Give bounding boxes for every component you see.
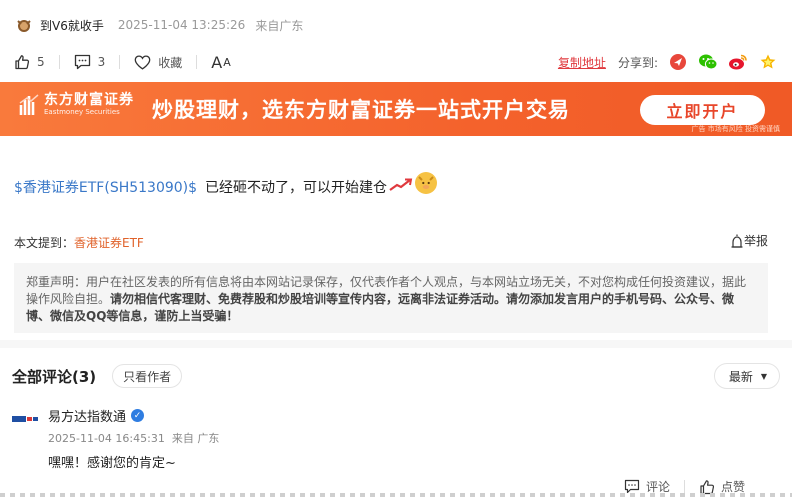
post-action-bar: 5 3 收藏 AA 复制地址 分享到: [14,50,778,74]
thumbs-up-icon [15,55,30,70]
comment-button[interactable]: 3 [74,54,106,70]
commenter-name-text: 易方达指数通 [48,410,127,425]
comment-icon [624,479,640,494]
post-text: 已经砸不动了，可以开始建仓 [205,180,388,196]
mentioned-stocks: 本文提到：香港证券ETF [14,234,144,251]
share-label: 分享到: [617,55,658,70]
section-divider [0,340,792,348]
divider [684,479,686,494]
disclaimer-box: 郑重声明：用户在社区发表的所有信息将由本网站记录保存，仅代表作者个人观点，与本网… [14,263,768,333]
font-size-label-small: A [223,55,232,69]
author-name[interactable]: 到V6就收手 [40,17,104,34]
divider [196,55,198,69]
only-author-toggle[interactable]: 只看作者 [112,364,183,388]
disclaimer-bold-text: 请勿相信代客理财、免费荐股和炒股培训等宣传内容，远离非法证券活动。请勿添加发言用… [26,292,735,323]
sort-dropdown[interactable]: 最新 ▼ [713,363,780,389]
comment-icon [74,54,90,70]
comment-location: 来自 广东 [171,432,220,445]
report-button[interactable]: 举报 [730,232,768,249]
weibo-icon[interactable] [728,52,748,72]
heart-icon [134,54,151,70]
trend-up-icon [389,178,413,196]
comment-meta: 2025-11-04 16:45:31 来自 广东 [48,430,219,446]
commenter-name[interactable]: 易方达指数通 ✓ [48,406,145,425]
sort-label: 最新 [728,369,753,384]
chevron-down-icon: ▼ [760,371,767,381]
author-avatar[interactable] [14,15,34,35]
verified-icon: ✓ [131,409,145,422]
report-icon [731,234,743,248]
comments-header: 全部评论(3) 只看作者 最新 ▼ [12,362,780,390]
report-label: 举报 [743,234,768,248]
stock-link[interactable]: $香港证券ETF(SH513090)$ [14,177,197,197]
wechat-icon[interactable] [698,52,718,72]
collect-button[interactable]: 收藏 [134,54,182,71]
comment-count: 3 [97,55,106,69]
share-tools: 复制地址 分享到: [558,52,778,72]
post-header: 到V6就收手 2025-11-04 13:25:26 来自广东 [14,13,303,37]
comment-time: 2025-11-04 16:45:31 [48,432,165,445]
bull-emoji-icon [415,172,438,194]
post-timestamp: 2025-11-04 13:25:26 [117,18,246,32]
post-location: 来自广东 [255,18,304,33]
divider [119,55,121,69]
open-account-button[interactable]: 立即开户 [640,95,765,125]
divider [58,55,60,69]
banner-disclaimer: 广告 市场有风险 投资需谨慎 [691,125,780,133]
bottom-edge [0,493,792,497]
comments-title: 全部评论(3) [12,367,97,386]
ad-banner[interactable]: 东方财富证券 Eastmoney Securities 炒股理财，选东方财富证券… [0,82,792,136]
post-content: $香港证券ETF(SH513090)$ 已经砸不动了，可以开始建仓 [14,172,438,198]
banner-slogan: 炒股理财，选东方财富证券一站式开户交易 [152,98,570,122]
mention-link[interactable]: 香港证券ETF [74,236,144,250]
logo-en: Eastmoney Securities [44,108,120,116]
collect-label: 收藏 [158,55,183,70]
mention-label: 本文提到： [14,236,75,250]
eastmoney-logo: 东方财富证券 Eastmoney Securities [18,92,134,117]
logo-cn: 东方财富证券 [44,92,134,108]
like-button[interactable]: 5 [14,54,45,70]
font-size-label: A [211,52,224,72]
commenter-avatar[interactable] [12,412,38,426]
font-size-button[interactable]: AA [211,53,231,72]
comment-text: 嘿嘿！感谢您的肯定~ [48,456,176,471]
copy-link-button[interactable]: 复制地址 [558,54,606,71]
logo-mark-icon [18,93,40,117]
like-count: 5 [37,55,45,69]
share-guba-icon[interactable] [668,52,688,72]
star-icon[interactable] [758,52,778,72]
